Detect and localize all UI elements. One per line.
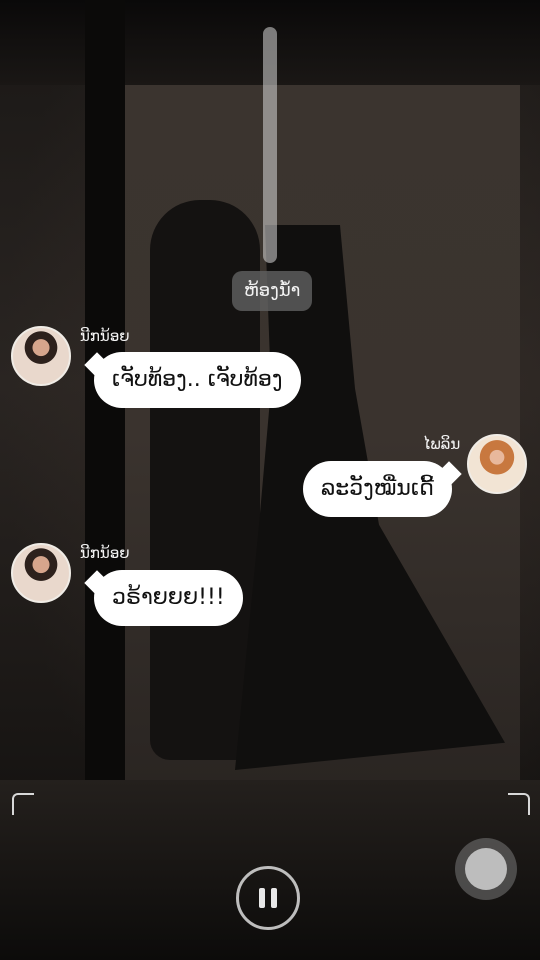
frame-corner-top-right — [508, 793, 530, 815]
record-icon — [465, 848, 507, 890]
message-bubble: ລະວັງໝື່ນເດີ້ — [303, 461, 452, 517]
sender-name: ນີກນ້ອຍ — [80, 327, 130, 345]
sender-avatar[interactable] — [11, 543, 71, 603]
pause-button[interactable] — [236, 866, 300, 930]
frame-corner-top-left — [12, 793, 34, 815]
sender-avatar[interactable] — [467, 434, 527, 494]
record-button[interactable] — [455, 838, 517, 900]
pause-icon — [259, 888, 265, 908]
pause-icon — [271, 888, 277, 908]
message-bubble: ວຣ້າຍຍຍ!!! — [94, 570, 243, 626]
video-frame: ຫ້ອງນ້ຳ ນີກນ້ອຍ ເຈັບທ້ອງ.. ເຈັບທ້ອງ ໄພລິ… — [0, 0, 540, 960]
sender-name: ນີກນ້ອຍ — [80, 544, 130, 562]
scroll-indicator[interactable] — [263, 27, 277, 263]
sender-name: ໄພລິນ — [423, 435, 461, 453]
sender-avatar[interactable] — [11, 326, 71, 386]
location-tag: ຫ້ອງນ້ຳ — [232, 271, 313, 311]
message-bubble: ເຈັບທ້ອງ.. ເຈັບທ້ອງ — [94, 352, 301, 408]
